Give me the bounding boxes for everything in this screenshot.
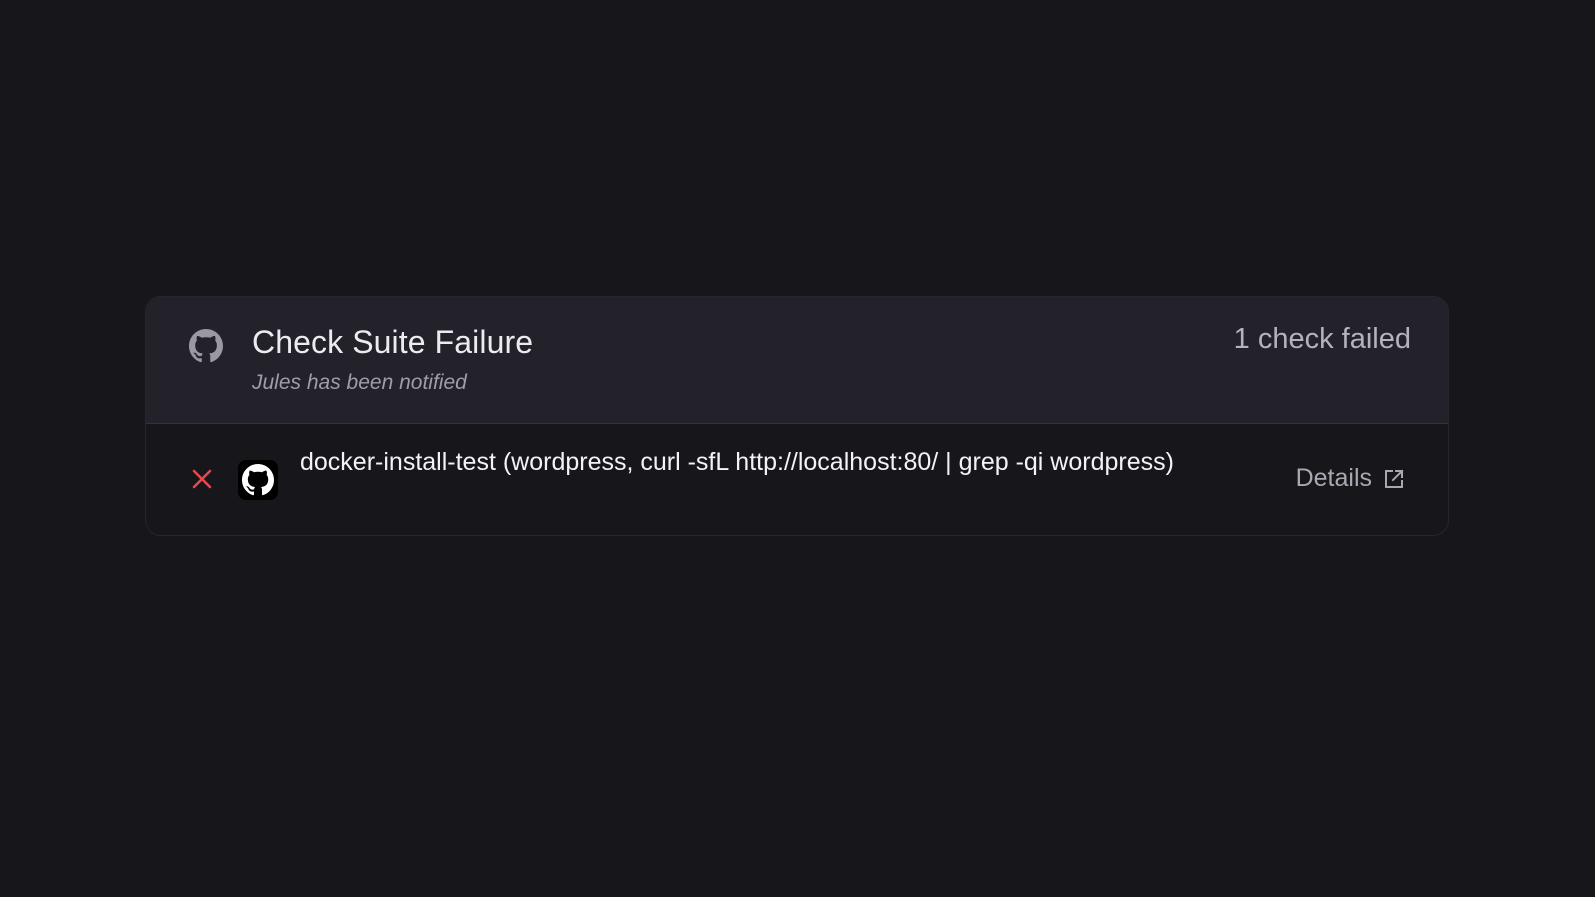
- external-link-icon: [1382, 467, 1406, 491]
- close-icon: [191, 468, 213, 490]
- details-label: Details: [1295, 464, 1372, 492]
- github-icon: [189, 329, 223, 363]
- check-name: docker-install-test (wordpress, curl -sf…: [300, 448, 1174, 476]
- notification-subtitle: Jules has been notified: [252, 371, 467, 394]
- github-app-avatar: [238, 460, 278, 500]
- failed-count-status: 1 check failed: [1233, 323, 1411, 355]
- details-link[interactable]: Details: [1296, 464, 1406, 493]
- check-row: docker-install-test (wordpress, curl -sf…: [146, 424, 1448, 535]
- card-header: Check Suite Failure Jules has been notif…: [146, 297, 1448, 424]
- check-suite-card: Check Suite Failure Jules has been notif…: [145, 296, 1449, 536]
- page-title: Check Suite Failure: [252, 324, 534, 360]
- github-icon: [242, 464, 274, 496]
